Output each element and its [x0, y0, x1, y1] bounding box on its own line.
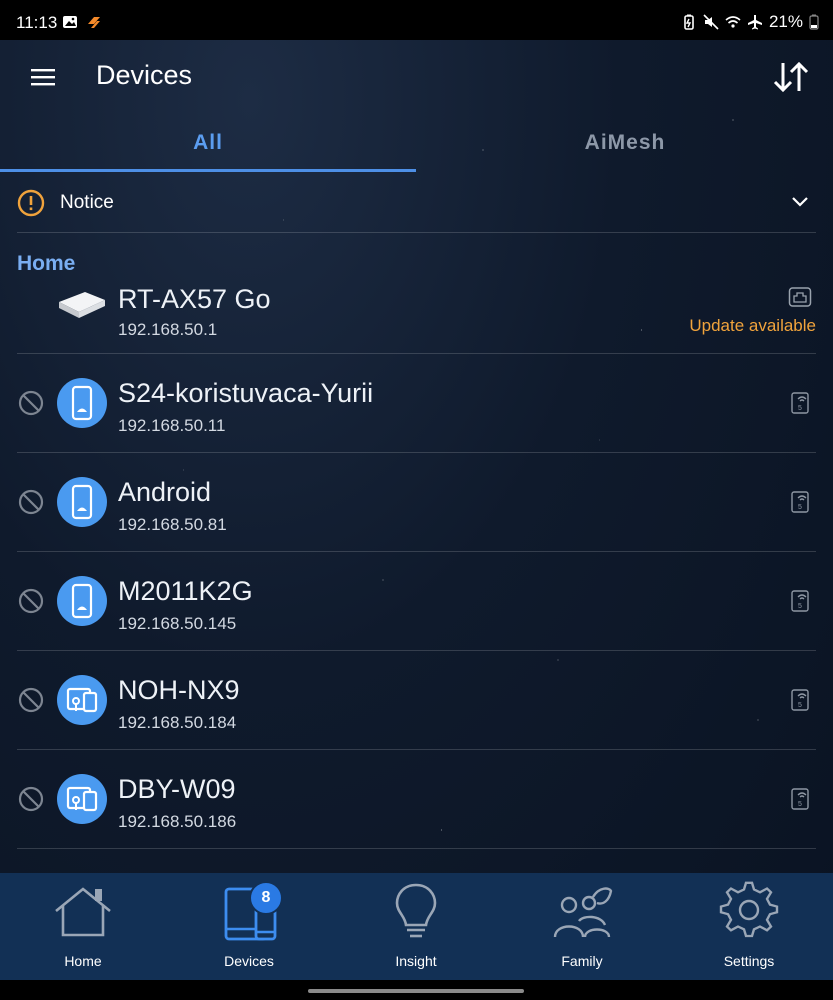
device-ip: 192.168.50.11: [118, 416, 226, 435]
device-row[interactable]: S24-koristuvaca-Yurii 192.168.50.11 5: [17, 354, 816, 453]
svg-text:5: 5: [798, 603, 802, 610]
block-icon[interactable]: [17, 389, 45, 417]
family-icon: [553, 887, 613, 938]
router-icon: [59, 292, 105, 318]
nav-settings[interactable]: Settings: [666, 873, 832, 980]
system-status: 21%: [681, 12, 819, 32]
nav-family[interactable]: Family: [499, 873, 665, 980]
block-icon[interactable]: [17, 686, 45, 714]
svg-text:5: 5: [798, 801, 802, 808]
phone-icon: [71, 385, 93, 421]
svg-text:5: 5: [798, 405, 802, 412]
device-ip: 192.168.50.81: [118, 515, 227, 534]
battery-saver-icon: [684, 14, 694, 30]
app-bar: Devices: [0, 40, 833, 114]
tab-aimesh[interactable]: AiMesh: [417, 114, 833, 172]
multi-device-icon: [66, 786, 98, 812]
airplane-mode-icon: [747, 15, 762, 30]
device-ip: 192.168.50.145: [118, 614, 237, 633]
battery-percent: 21%: [768, 12, 803, 31]
notice-row[interactable]: Notice: [17, 172, 816, 233]
notification-icons: [62, 14, 102, 30]
gear-icon: [719, 881, 779, 938]
device-name: M2011K2G: [118, 576, 253, 606]
multi-device-icon: [66, 687, 98, 713]
wifi-5ghz-icon: 5: [791, 788, 809, 810]
device-name: Android: [118, 477, 212, 507]
device-avatar: [57, 576, 107, 626]
app-notification-icon: [88, 17, 100, 28]
nav-home-label: Home: [64, 953, 102, 969]
nav-family-label: Family: [561, 953, 603, 969]
battery-icon: [809, 14, 819, 30]
nav-insight-label: Insight: [395, 953, 437, 969]
device-row[interactable]: M2011K2G 192.168.50.145 5: [17, 552, 816, 651]
status-time: 11:13: [16, 13, 58, 32]
nav-home[interactable]: Home: [0, 873, 166, 980]
tab-all[interactable]: All: [0, 114, 416, 172]
sort-icon[interactable]: [771, 58, 811, 96]
status-bar: 11:13 21%: [0, 0, 833, 40]
block-icon[interactable]: [17, 488, 45, 516]
nav-settings-label: Settings: [723, 953, 775, 969]
device-ip: 192.168.50.186: [118, 812, 237, 831]
block-icon[interactable]: [17, 785, 45, 813]
nav-devices-label: Devices: [224, 953, 274, 969]
device-avatar: [57, 675, 107, 725]
device-name: DBY-W09: [118, 774, 236, 804]
notice-label: Notice: [60, 192, 114, 213]
house-icon: [55, 887, 111, 937]
device-name: NOH-NX9: [118, 675, 240, 705]
device-ip: 192.168.50.184: [118, 713, 237, 732]
device-row[interactable]: Android 192.168.50.81 5: [17, 453, 816, 552]
device-avatar: [57, 378, 107, 428]
wifi-5ghz-icon: 5: [791, 590, 809, 612]
devices-count-badge: 8: [249, 881, 283, 915]
section-title-home: Home: [17, 252, 76, 275]
device-row[interactable]: DBY-W09 192.168.50.186 5: [17, 750, 816, 849]
wifi-5ghz-icon: 5: [791, 392, 809, 414]
home-gesture-handle[interactable]: [308, 989, 524, 993]
nav-insight[interactable]: Insight: [333, 873, 499, 980]
bottom-navigation: Home Devices 8 Insight Family Settings: [0, 873, 833, 980]
router-name: RT-AX57 Go: [118, 284, 271, 314]
block-icon[interactable]: [17, 587, 45, 615]
device-tabs: All AiMesh: [0, 114, 833, 172]
svg-text:5: 5: [798, 504, 802, 511]
device-row[interactable]: NOH-NX9 192.168.50.184 5: [17, 651, 816, 750]
update-available-link[interactable]: Update available: [689, 316, 816, 336]
svg-text:5: 5: [798, 702, 802, 709]
hamburger-menu-icon[interactable]: [28, 62, 58, 92]
device-avatar: [57, 477, 107, 527]
lightbulb-icon: [395, 883, 437, 938]
device-name: S24-koristuvaca-Yurii: [118, 378, 374, 408]
mute-icon: [703, 14, 719, 30]
page-title: Devices: [96, 60, 193, 90]
wifi-calling-icon: [725, 16, 741, 28]
device-avatar: [57, 774, 107, 824]
wifi-5ghz-icon: 5: [791, 689, 809, 711]
warning-icon: [17, 189, 45, 217]
phone-icon: [71, 484, 93, 520]
gesture-bar-area: [0, 980, 833, 1000]
router-row[interactable]: RT-AX57 Go 192.168.50.1 Update available: [17, 280, 816, 354]
ethernet-icon: [788, 287, 812, 307]
nav-devices[interactable]: Devices: [166, 873, 332, 980]
router-ip: 192.168.50.1: [118, 320, 218, 339]
chevron-down-icon[interactable]: [790, 191, 810, 211]
wifi-5ghz-icon: 5: [791, 491, 809, 513]
phone-icon: [71, 583, 93, 619]
gallery-icon: [63, 16, 77, 28]
